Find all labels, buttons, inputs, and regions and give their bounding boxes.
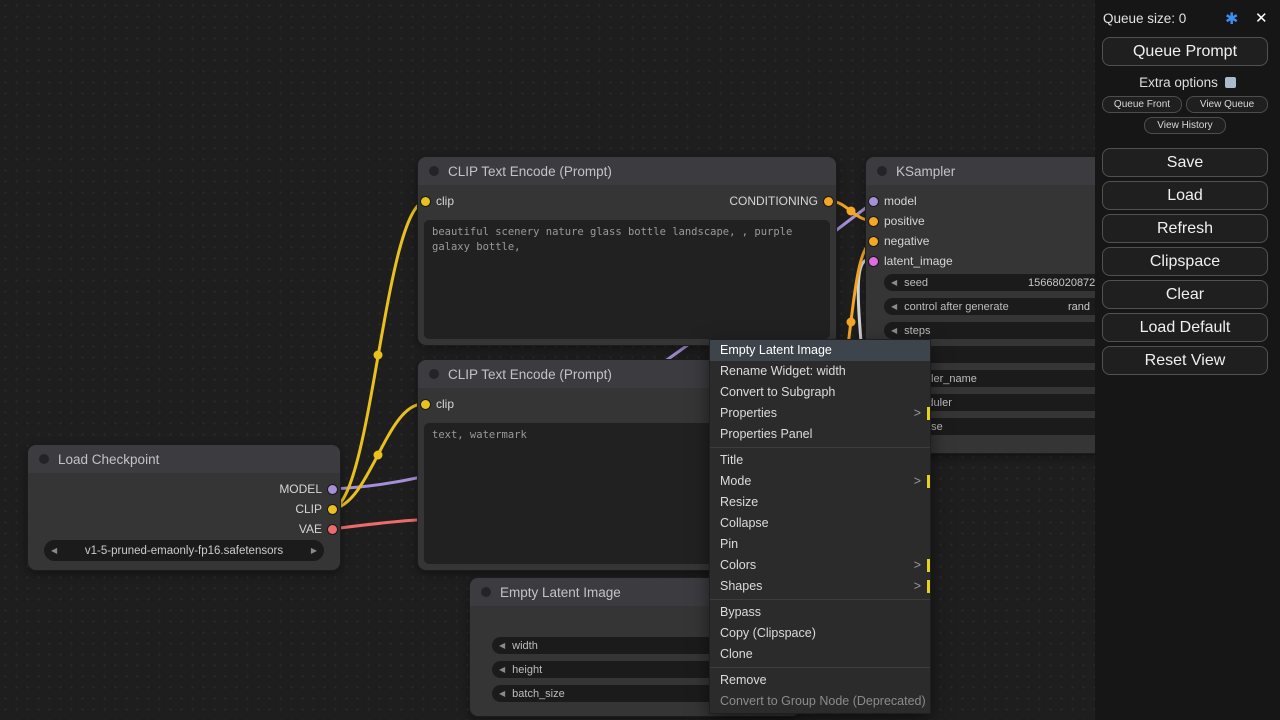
view-queue-button[interactable]: View Queue	[1186, 96, 1268, 113]
submenu-arrow-icon: >	[914, 471, 921, 492]
port-dot-conditioning[interactable]	[824, 197, 833, 206]
context-menu: Empty Latent Image Rename Widget: width …	[710, 340, 930, 713]
node-canvas[interactable]: Load Checkpoint MODEL CLIP VAE ◀ v1-5-pr…	[0, 0, 1280, 720]
node-title: KSampler	[896, 164, 955, 179]
link-dot[interactable]	[847, 318, 856, 327]
port-dot-latent[interactable]	[869, 257, 878, 266]
port-dot-clip[interactable]	[421, 197, 430, 206]
submenu-arrow-icon: >	[914, 403, 921, 424]
arrow-left-icon[interactable]: ◀	[891, 326, 897, 335]
output-port-clip[interactable]: CLIP	[295, 501, 337, 517]
menu-item-title[interactable]: Title	[710, 450, 930, 471]
menu-item-bypass[interactable]: Bypass	[710, 602, 930, 623]
menu-item-mode[interactable]: Mode >	[710, 471, 930, 492]
collapse-dot-icon[interactable]	[39, 454, 49, 464]
reset-view-button[interactable]: Reset View	[1102, 346, 1268, 375]
menu-item-colors[interactable]: Colors >	[710, 555, 930, 576]
output-port-conditioning[interactable]: CONDITIONING	[729, 193, 833, 209]
submenu-arrow-icon: >	[914, 576, 921, 597]
link-dot[interactable]	[374, 351, 383, 360]
output-port-model[interactable]: MODEL	[279, 481, 337, 497]
arrow-left-icon[interactable]: ◀	[499, 665, 505, 674]
input-port-clip[interactable]: clip	[421, 396, 454, 412]
extra-options-checkbox[interactable]	[1225, 77, 1236, 88]
port-dot-conditioning[interactable]	[869, 237, 878, 246]
port-dot-model[interactable]	[328, 485, 337, 494]
menu-item-resize[interactable]: Resize	[710, 492, 930, 513]
menu-item-pin[interactable]: Pin	[710, 534, 930, 555]
arrow-left-icon[interactable]: ◀	[891, 302, 897, 311]
close-icon[interactable]: ✕	[1255, 9, 1268, 27]
port-dot-vae[interactable]	[328, 525, 337, 534]
extra-options-row: Extra options	[1095, 75, 1280, 90]
menu-item-convert-to-subgraph[interactable]: Convert to Subgraph	[710, 382, 930, 403]
node-title: Load Checkpoint	[58, 452, 159, 467]
port-dot-conditioning[interactable]	[869, 217, 878, 226]
port-dot-model[interactable]	[869, 197, 878, 206]
node-title: CLIP Text Encode (Prompt)	[448, 367, 612, 382]
save-button[interactable]: Save	[1102, 148, 1268, 177]
settings-gear-icon[interactable]: ✱	[1225, 9, 1238, 29]
link-dot[interactable]	[847, 207, 856, 216]
queue-sidebar: Queue size: 0 ✱ ✕ Queue Prompt Extra opt…	[1095, 0, 1280, 720]
port-dot-clip[interactable]	[328, 505, 337, 514]
clear-button[interactable]: Clear	[1102, 280, 1268, 309]
collapse-dot-icon[interactable]	[481, 587, 491, 597]
context-menu-title: Empty Latent Image	[710, 340, 930, 361]
port-dot-clip[interactable]	[421, 400, 430, 409]
menu-item-properties-panel[interactable]: Properties Panel	[710, 424, 930, 445]
ckpt-name-value: v1-5-pruned-emaonly-fp16.safetensors	[57, 545, 311, 557]
queue-size-label: Queue size: 0	[1103, 11, 1186, 26]
load-button[interactable]: Load	[1102, 181, 1268, 210]
menu-item-remove[interactable]: Remove	[710, 670, 930, 691]
prompt-textarea[interactable]: beautiful scenery nature glass bottle la…	[424, 220, 830, 339]
collapse-dot-icon[interactable]	[877, 166, 887, 176]
menu-item-clone[interactable]: Clone	[710, 644, 930, 665]
input-port-latent-image[interactable]: latent_image	[869, 253, 953, 269]
menu-item-copy-clipspace[interactable]: Copy (Clipspace)	[710, 623, 930, 644]
menu-separator	[710, 447, 930, 448]
extra-options-label: Extra options	[1139, 75, 1218, 90]
node-title: CLIP Text Encode (Prompt)	[448, 164, 612, 179]
load-default-button[interactable]: Load Default	[1102, 313, 1268, 342]
arrow-left-icon[interactable]: ◀	[891, 278, 897, 287]
menu-item-shapes[interactable]: Shapes >	[710, 576, 930, 597]
node-title: Empty Latent Image	[500, 585, 621, 600]
menu-item-collapse[interactable]: Collapse	[710, 513, 930, 534]
menu-separator	[710, 599, 930, 600]
clipspace-button[interactable]: Clipspace	[1102, 247, 1268, 276]
ckpt-name-combo[interactable]: ◀ v1-5-pruned-emaonly-fp16.safetensors ▶	[44, 540, 324, 561]
refresh-button[interactable]: Refresh	[1102, 214, 1268, 243]
queue-prompt-button[interactable]: Queue Prompt	[1102, 37, 1268, 66]
node-title-bar[interactable]: CLIP Text Encode (Prompt)	[418, 157, 836, 185]
node-clip-text-encode-positive[interactable]: CLIP Text Encode (Prompt) clip CONDITION…	[418, 157, 836, 345]
menu-item-convert-to-group-node[interactable]: Convert to Group Node (Deprecated)	[710, 691, 930, 712]
node-title-bar[interactable]: Load Checkpoint	[28, 445, 340, 473]
arrow-left-icon[interactable]: ◀	[499, 689, 505, 698]
submenu-arrow-icon: >	[914, 555, 921, 576]
menu-item-properties[interactable]: Properties >	[710, 403, 930, 424]
collapse-dot-icon[interactable]	[429, 166, 439, 176]
arrow-right-icon[interactable]: ▶	[311, 546, 317, 555]
queue-front-button[interactable]: Queue Front	[1102, 96, 1182, 113]
collapse-dot-icon[interactable]	[429, 369, 439, 379]
view-history-button[interactable]: View History	[1144, 117, 1226, 134]
arrow-left-icon[interactable]: ◀	[499, 641, 505, 650]
node-load-checkpoint[interactable]: Load Checkpoint MODEL CLIP VAE ◀ v1-5-pr…	[28, 445, 340, 570]
output-port-vae[interactable]: VAE	[299, 521, 337, 537]
input-port-model[interactable]: model	[869, 193, 917, 209]
menu-item-rename-widget[interactable]: Rename Widget: width	[710, 361, 930, 382]
menu-separator	[710, 667, 930, 668]
link-dot[interactable]	[374, 451, 383, 460]
input-port-clip[interactable]: clip	[421, 193, 454, 209]
input-port-negative[interactable]: negative	[869, 233, 929, 249]
input-port-positive[interactable]: positive	[869, 213, 925, 229]
